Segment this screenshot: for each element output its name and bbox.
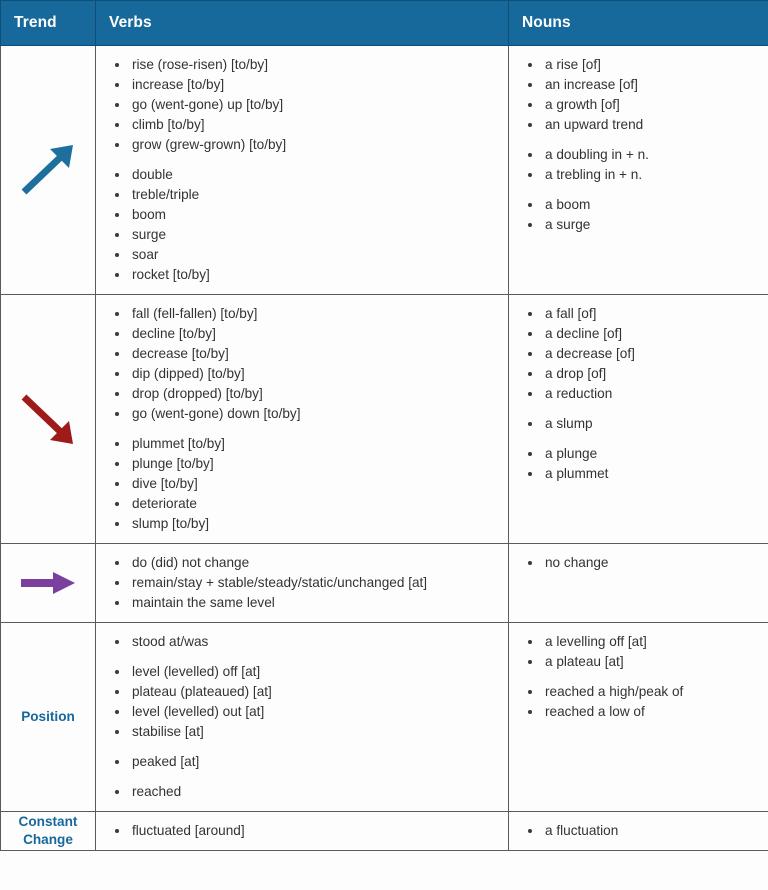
nouns-list: a levelling off [at] a plateau [at] reache… [509, 632, 762, 722]
list-item: a trebling in + n. [528, 165, 762, 185]
list-item: a plummet [528, 464, 762, 484]
list-item: a fluctuation [528, 821, 762, 841]
column-header-trend: Trend [0, 0, 96, 46]
list-item: increase [to/by] [115, 75, 502, 95]
list-item: stood at/was [115, 632, 502, 652]
header-row: Trend Verbs Nouns [0, 0, 768, 46]
table-row: do (did) not change remain/stay + stable/… [0, 543, 768, 623]
list-item: a plunge [528, 444, 762, 464]
verbs-cell-no-change: do (did) not change remain/stay + stable/… [95, 543, 509, 623]
nouns-cell-no-change: no change [508, 543, 768, 623]
arrow-down-right-icon [1, 390, 95, 448]
verbs-cell-constant-change: fluctuated [around] [95, 811, 509, 851]
table-row: rise (rose-risen) [to/by] increase [to/by… [0, 45, 768, 295]
list-item: reached [115, 782, 502, 802]
list-item: fall (fell-fallen) [to/by] [115, 304, 502, 324]
trend-language-sheet: Trend Verbs Nouns rise (rose-risen) [to/… [0, 0, 768, 890]
list-item: a reduction [528, 384, 762, 404]
list-item: surge [115, 225, 502, 245]
list-item: remain/stay + stable/steady/static/uncha… [115, 573, 502, 593]
list-item: decrease [to/by] [115, 344, 502, 364]
trend-cell-increase [0, 45, 96, 295]
list-item: grow (grew-grown) [to/by] [115, 135, 502, 155]
trend-cell-constant-change: Constant Change [0, 811, 96, 851]
table-row: Position stood at/was level (levelled) off… [0, 622, 768, 812]
list-item: rise (rose-risen) [to/by] [115, 55, 502, 75]
list-item: stabilise [at] [115, 722, 502, 742]
list-item: an increase [of] [528, 75, 762, 95]
list-item: a rise [of] [528, 55, 762, 75]
trend-vocabulary-table: Trend Verbs Nouns rise (rose-risen) [to/… [0, 0, 768, 851]
trend-cell-no-change [0, 543, 96, 623]
verbs-list: fluctuated [around] [96, 821, 502, 841]
verbs-cell-increase: rise (rose-risen) [to/by] increase [to/by… [95, 45, 509, 295]
list-item: go (went-gone) down [to/by] [115, 404, 502, 424]
list-item: soar [115, 245, 502, 265]
verbs-list: rise (rose-risen) [to/by] increase [to/by… [96, 55, 502, 285]
list-item: decline [to/by] [115, 324, 502, 344]
list-item: a levelling off [at] [528, 632, 762, 652]
list-item: a decrease [of] [528, 344, 762, 364]
list-item: climb [to/by] [115, 115, 502, 135]
list-item: level (levelled) off [at] [115, 662, 502, 682]
list-item: boom [115, 205, 502, 225]
list-item: a fall [of] [528, 304, 762, 324]
table-body: rise (rose-risen) [to/by] increase [to/by… [0, 45, 768, 851]
list-item: level (levelled) out [at] [115, 702, 502, 722]
list-item: reached a high/peak of [528, 682, 762, 702]
list-item: drop (dropped) [to/by] [115, 384, 502, 404]
list-item: plunge [to/by] [115, 454, 502, 474]
list-item: fluctuated [around] [115, 821, 502, 841]
nouns-cell-increase: a rise [of] an increase [of] a growth [of]… [508, 45, 768, 295]
list-item: maintain the same level [115, 593, 502, 613]
list-item: do (did) not change [115, 553, 502, 573]
list-item: go (went-gone) up [to/by] [115, 95, 502, 115]
list-item: a drop [of] [528, 364, 762, 384]
nouns-list: no change [509, 553, 762, 573]
list-item: treble/triple [115, 185, 502, 205]
verbs-cell-decrease: fall (fell-fallen) [to/by] decline [to/by… [95, 294, 509, 544]
arrow-right-icon [1, 568, 95, 598]
list-item: double [115, 165, 502, 185]
verbs-cell-position: stood at/was level (levelled) off [at] pla… [95, 622, 509, 812]
list-item: reached a low of [528, 702, 762, 722]
list-item: slump [to/by] [115, 514, 502, 534]
nouns-list: a fall [of] a decline [of] a decrease [of]… [509, 304, 762, 484]
verbs-list: stood at/was level (levelled) off [at] pla… [96, 632, 502, 802]
list-item: rocket [to/by] [115, 265, 502, 285]
list-item: plateau (plateaued) [at] [115, 682, 502, 702]
list-item: an upward trend [528, 115, 762, 135]
list-item: plummet [to/by] [115, 434, 502, 454]
list-item: a doubling in + n. [528, 145, 762, 165]
table-row: fall (fell-fallen) [to/by] decline [to/by… [0, 294, 768, 544]
nouns-list: a rise [of] an increase [of] a growth [of]… [509, 55, 762, 235]
list-item: a surge [528, 215, 762, 235]
list-item: dip (dipped) [to/by] [115, 364, 502, 384]
nouns-cell-decrease: a fall [of] a decline [of] a decrease [of]… [508, 294, 768, 544]
list-item: a boom [528, 195, 762, 215]
list-item: a growth [of] [528, 95, 762, 115]
arrow-up-right-icon [1, 141, 95, 199]
list-item: a plateau [at] [528, 652, 762, 672]
trend-label: Constant Change [18, 814, 78, 847]
verbs-list: fall (fell-fallen) [to/by] decline [to/by… [96, 304, 502, 534]
list-item: no change [528, 553, 762, 573]
nouns-list: a fluctuation [509, 821, 762, 841]
list-item: peaked [at] [115, 752, 502, 772]
list-item: dive [to/by] [115, 474, 502, 494]
trend-label: Position [21, 709, 75, 724]
nouns-cell-position: a levelling off [at] a plateau [at] reache… [508, 622, 768, 812]
trend-cell-decrease [0, 294, 96, 544]
column-header-nouns: Nouns [508, 0, 768, 46]
table-row: Constant Change fluctuated [around] a fluc… [0, 811, 768, 851]
list-item: a slump [528, 414, 762, 434]
table-header: Trend Verbs Nouns [0, 0, 768, 46]
verbs-list: do (did) not change remain/stay + stable/… [96, 553, 502, 613]
column-header-verbs: Verbs [95, 0, 509, 46]
trend-cell-position: Position [0, 622, 96, 812]
list-item: deteriorate [115, 494, 502, 514]
nouns-cell-constant-change: a fluctuation [508, 811, 768, 851]
list-item: a decline [of] [528, 324, 762, 344]
